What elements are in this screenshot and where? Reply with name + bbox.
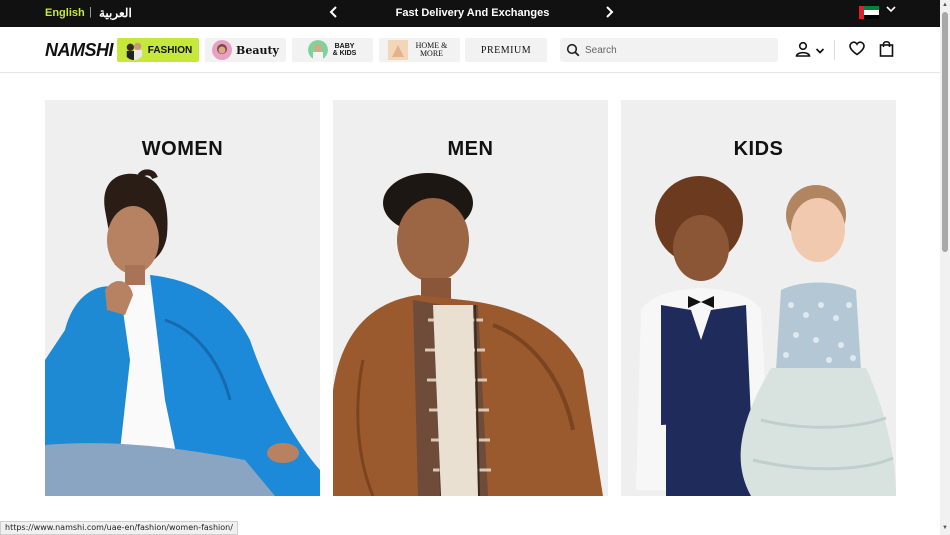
chevron-down-icon[interactable] (886, 4, 896, 17)
card-women[interactable]: WOMEN (45, 100, 320, 496)
main-header: NAMSHI FASHION Beauty BABY & KIDS HOME &… (0, 27, 940, 73)
baby-icon (307, 40, 328, 60)
chevron-right-icon[interactable] (604, 5, 614, 22)
chevron-left-icon[interactable] (329, 5, 339, 22)
card-title: WOMEN (141, 138, 224, 160)
category-label: Beauty (236, 43, 279, 57)
category-baby-kids[interactable]: BABY & KIDS (292, 38, 373, 62)
page-scrollbar[interactable]: ▲ ▼ (940, 0, 950, 535)
namshi-logo[interactable]: NAMSHI (45, 40, 114, 61)
category-label: HOME & MORE (415, 41, 448, 58)
category-fashion[interactable]: FASHION (117, 38, 199, 62)
category-beauty[interactable]: Beauty (205, 38, 286, 62)
card-men[interactable]: MEN (333, 100, 608, 496)
search-icon[interactable] (566, 43, 580, 62)
search-input[interactable] (585, 41, 770, 59)
scroll-down-icon[interactable]: ▼ (942, 525, 948, 531)
category-label: PREMIUM (480, 44, 532, 56)
search-bar[interactable] (560, 38, 778, 62)
shopping-bag-icon[interactable] (879, 40, 894, 62)
card-title: MEN (447, 138, 494, 160)
card-kids[interactable]: KIDS (621, 100, 896, 496)
category-label: FASHION (147, 44, 193, 56)
language-arabic-link[interactable]: العربية (99, 6, 132, 20)
scroll-up-icon[interactable]: ▲ (942, 2, 948, 8)
language-english-link[interactable]: English (45, 7, 85, 19)
beauty-model-icon (212, 40, 233, 60)
header-divider (834, 40, 835, 60)
uae-flag-icon[interactable] (859, 6, 879, 19)
user-icon[interactable] (795, 41, 811, 62)
fashion-models-icon (126, 42, 142, 60)
scrollbar-thumb[interactable] (942, 12, 948, 252)
top-bar: English | العربية Fast Delivery And Exch… (0, 0, 940, 27)
chevron-down-icon[interactable] (815, 43, 825, 61)
home-decor-icon (387, 40, 408, 60)
category-home-more[interactable]: HOME & MORE (379, 38, 460, 62)
category-label: BABY & KIDS (332, 43, 357, 57)
promo-message: Fast Delivery And Exchanges (395, 7, 550, 19)
status-bar-url: https://www.namshi.com/uae-en/fashion/wo… (0, 521, 238, 535)
card-title: KIDS (733, 138, 784, 160)
language-separator: | (89, 6, 92, 18)
category-premium[interactable]: PREMIUM (465, 38, 547, 62)
heart-icon[interactable] (849, 41, 865, 61)
